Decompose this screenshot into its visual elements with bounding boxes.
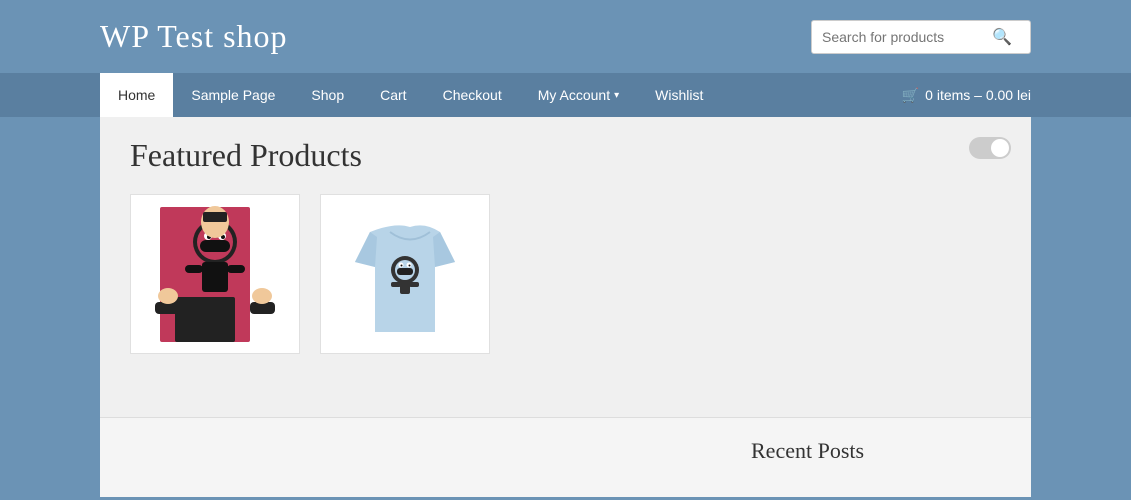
nav-item-shop[interactable]: Shop <box>293 73 362 117</box>
cart-icon: 🛒 <box>902 87 919 104</box>
search-input[interactable] <box>822 29 992 45</box>
product-card-ninja[interactable] <box>130 194 300 354</box>
featured-products-title: Featured Products <box>130 137 1001 174</box>
bottom-left <box>100 417 731 497</box>
main-content: Featured Products <box>100 117 1031 417</box>
nav-item-checkout[interactable]: Checkout <box>425 73 520 117</box>
toggle-knob <box>991 139 1009 157</box>
my-account-label: My Account <box>538 87 610 103</box>
tshirt-illustration <box>330 202 480 347</box>
nav-item-cart[interactable]: Cart <box>362 73 424 117</box>
featured-section: Featured Products <box>100 117 1031 384</box>
nav-item-wishlist[interactable]: Wishlist <box>637 73 721 117</box>
nav-item-my-account[interactable]: My Account ▾ <box>520 73 637 117</box>
nav-item-sample-page[interactable]: Sample Page <box>173 73 293 117</box>
products-grid <box>130 194 1001 354</box>
search-bar[interactable]: 🔍 <box>811 20 1031 54</box>
site-title: WP Test shop <box>100 18 288 55</box>
sidebar-recent-posts: Recent Posts <box>731 417 1031 497</box>
product-card-tshirt[interactable] <box>320 194 490 354</box>
search-button[interactable]: 🔍 <box>992 27 1012 47</box>
cart-label: 0 items – 0.00 lei <box>925 87 1031 103</box>
toggle-button[interactable] <box>969 137 1011 159</box>
cart-nav[interactable]: 🛒 0 items – 0.00 lei <box>902 87 1031 104</box>
recent-posts-title: Recent Posts <box>751 438 1011 464</box>
ninja-illustration <box>140 202 290 347</box>
site-header: WP Test shop 🔍 <box>0 0 1131 73</box>
bottom-area: Recent Posts <box>100 417 1031 497</box>
main-navbar: Home Sample Page Shop Cart Checkout My A… <box>0 73 1131 117</box>
nav-item-home[interactable]: Home <box>100 73 173 117</box>
my-account-arrow-icon: ▾ <box>614 90 619 101</box>
